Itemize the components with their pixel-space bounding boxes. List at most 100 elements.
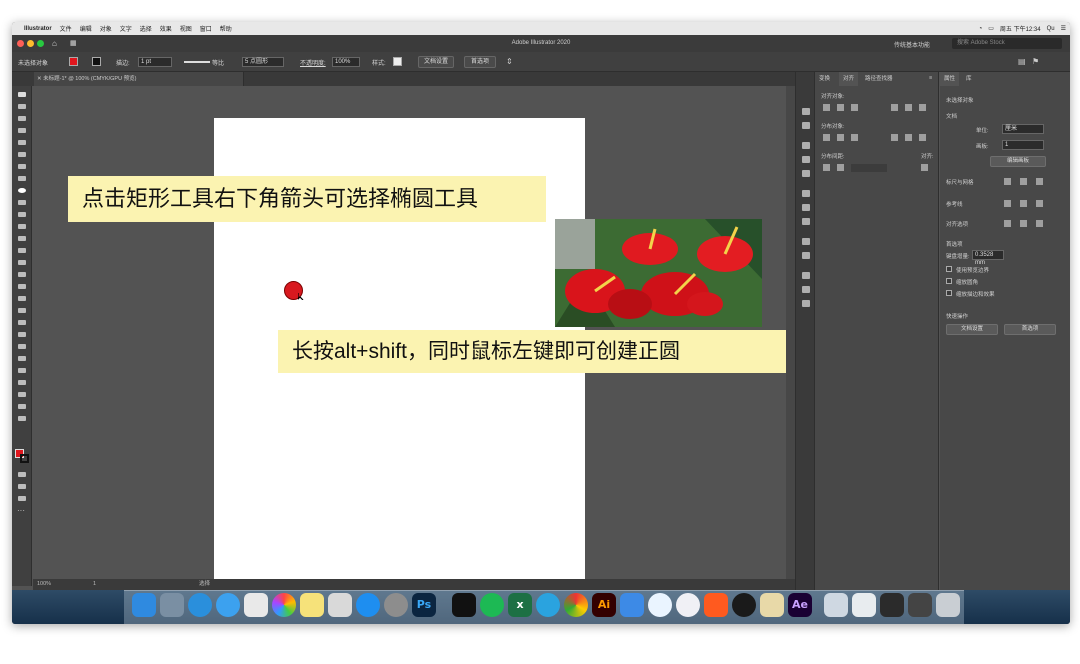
snap-to-glyph-icon[interactable] [1036,220,1043,227]
control-center-icon[interactable]: ☰ [1061,25,1066,32]
draw-mode-icon[interactable] [18,484,26,489]
pen-tool-icon[interactable] [18,140,26,145]
menu-app-name[interactable]: Illustrator [24,26,52,32]
width-tool-icon[interactable] [18,260,26,265]
gradient-panel-icon[interactable] [802,204,810,211]
documents-stack-icon[interactable] [852,593,876,617]
ellipse-tool-icon[interactable] [18,188,26,193]
grid-icon[interactable] [1020,178,1027,185]
distribute-right-icon[interactable] [919,134,926,141]
tab-libraries[interactable]: 库 [962,72,976,86]
scale-strokes-checkbox[interactable] [946,290,952,296]
align-right-icon[interactable] [851,104,858,111]
distribute-top-icon[interactable] [823,134,830,141]
document-setup-button[interactable]: 文档设置 [418,56,454,68]
units-dropdown[interactable]: 厘米 [1002,124,1044,134]
app-icon-orange[interactable] [704,593,728,617]
panel-menu-icon[interactable]: ≡ [929,75,932,81]
app-icon-w[interactable] [648,593,672,617]
stroke-swatch-icon[interactable] [20,454,29,463]
document-tab[interactable]: ✕ 未标题-1* @ 100% (CMYK/GPU 预览) [34,72,244,86]
after-effects-icon[interactable]: Ae [788,593,812,617]
status-tool-name[interactable]: 选择 [199,579,210,590]
notes-icon[interactable] [300,593,324,617]
snap-to-pixel-icon[interactable] [1020,220,1027,227]
distribute-left-icon[interactable] [891,134,898,141]
keynote-icon[interactable] [328,593,352,617]
transparency-panel-icon[interactable] [802,218,810,225]
magic-wand-tool-icon[interactable] [18,116,26,121]
line-tool-icon[interactable] [18,176,26,181]
chrome-icon[interactable] [564,593,588,617]
menu-effect[interactable]: 效果 [160,24,172,33]
finder-icon[interactable] [132,593,156,617]
selection-tool-icon[interactable] [18,92,26,97]
launchpad-icon[interactable] [160,593,184,617]
battery-icon[interactable]: ▭ [988,25,994,32]
symbols-panel-icon[interactable] [802,156,810,163]
ruler-icon[interactable] [1004,178,1011,185]
guides-icon[interactable] [1004,200,1011,207]
export-panel-icon[interactable] [802,286,810,293]
align-vcenter-icon[interactable] [905,104,912,111]
zoom-level[interactable]: 100% [37,579,51,590]
app-store-icon[interactable] [356,593,380,617]
color-mode-icon[interactable] [18,472,26,477]
screen-mode-icon[interactable] [18,496,26,501]
distribute-hcenter-icon[interactable] [905,134,912,141]
keyboard-increment-field[interactable]: 0.3528 mm [972,250,1004,266]
menu-view[interactable]: 视图 [180,24,192,33]
brushes-panel-icon[interactable] [802,142,810,149]
graphic-styles-panel-icon[interactable] [802,170,810,177]
app-icon-rings[interactable] [620,593,644,617]
tab-pathfinder[interactable]: 路径查找器 [861,72,897,86]
scale-corners-checkbox[interactable] [946,278,952,284]
quick-doc-setup-button[interactable]: 文档设置 [946,324,998,335]
arrange-icon[interactable]: ⇕ [506,57,513,66]
menubar-clock[interactable]: 周五 下午12:34 [1000,24,1041,33]
eraser-tool-icon[interactable] [18,224,26,229]
zoom-tool-icon[interactable] [18,416,26,421]
textedit-icon[interactable] [760,593,784,617]
edit-artboard-button[interactable]: 编辑画板 [990,156,1046,167]
anthurium-photo[interactable] [555,219,762,327]
menu-edit[interactable]: 编辑 [80,24,92,33]
flag-icon[interactable]: ⚑ [1032,57,1039,66]
symbol-sprayer-tool-icon[interactable] [18,356,26,361]
snap-to-point-icon[interactable] [1004,220,1011,227]
music-icon[interactable] [676,593,700,617]
pen-app-icon[interactable] [732,593,756,617]
spotify-icon[interactable] [480,593,504,617]
more-tools-icon[interactable]: ··· [17,506,25,515]
image-trace-panel-icon[interactable] [802,252,810,259]
brush-definition[interactable]: 5 点圆形 [242,57,284,67]
preview-bounds-checkbox[interactable] [946,266,952,272]
workspace-switcher[interactable]: 传统基本功能 [894,40,930,49]
fill-color-swatch[interactable] [69,57,78,66]
stroke-color-swatch[interactable] [92,57,101,66]
distribute-hspace-icon[interactable] [837,164,844,171]
align-left-icon[interactable] [823,104,830,111]
pixel-grid-icon[interactable] [1036,178,1043,185]
type-tool-icon[interactable] [18,164,26,169]
trash-icon[interactable] [936,593,960,617]
illustrator-icon[interactable]: Ai [592,593,616,617]
menubar-user[interactable]: Qu [1047,26,1055,32]
blend-tool-icon[interactable] [18,344,26,349]
downloads-stack-icon[interactable] [824,593,848,617]
appearance-panel-icon[interactable] [802,238,810,245]
vertical-scrollbar[interactable] [786,86,795,579]
artboards-panel-icon[interactable] [802,300,810,307]
opacity-field[interactable]: 100% [332,57,360,67]
menu-type[interactable]: 文字 [120,24,132,33]
mesh-tool-icon[interactable] [18,308,26,313]
slice-tool-icon[interactable] [18,392,26,397]
preview-icon[interactable] [244,593,268,617]
align-bottom-icon[interactable] [919,104,926,111]
lock-guides-icon[interactable] [1020,200,1027,207]
smart-guides-icon[interactable] [1036,200,1043,207]
tab-transform[interactable]: 变换 [815,72,834,86]
distribute-vspace-icon[interactable] [823,164,830,171]
messages-icon[interactable] [216,593,240,617]
tab-properties[interactable]: 属性 [940,72,960,86]
